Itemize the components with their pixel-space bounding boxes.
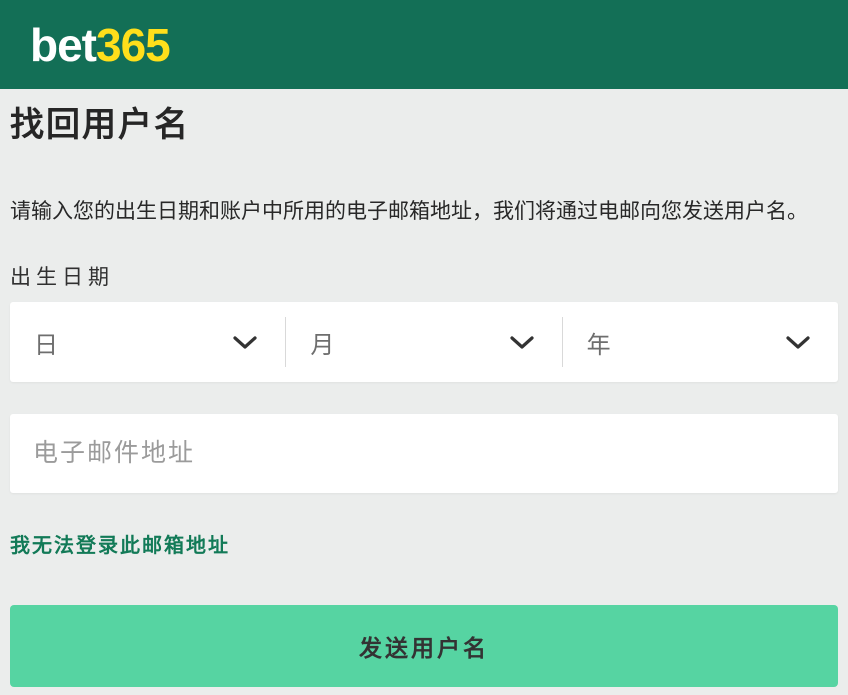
chevron-down-icon [233,336,257,349]
dob-select-group: 日 月 年 [10,302,838,382]
month-select-value: 月 [310,325,336,360]
chevron-down-icon [786,336,810,349]
recover-username-page: 找回用户名 请输入您的出生日期和账户中所用的电子邮箱地址，我们将通过电邮向您发送… [0,103,848,687]
logo-text-365: 365 [96,19,170,71]
year-select-value: 年 [587,325,613,360]
day-select-value: 日 [34,325,60,360]
send-username-button[interactable]: 发送用户名 [10,605,838,687]
year-select[interactable]: 年 [563,302,838,382]
logo-text-bet: bet [30,19,96,71]
month-select[interactable]: 月 [286,302,561,382]
instructions-text: 请输入您的出生日期和账户中所用的电子邮箱地址，我们将通过电邮向您发送用户名。 [10,197,838,227]
page-title: 找回用户名 [10,103,838,147]
bet365-logo[interactable]: bet365 [30,22,170,68]
chevron-down-icon [510,336,534,349]
email-input[interactable] [10,414,838,493]
dob-label: 出生日期 [10,265,838,291]
cant-access-email-link[interactable]: 我无法登录此邮箱地址 [10,532,230,560]
app-header: bet365 [0,0,848,89]
day-select[interactable]: 日 [10,302,285,382]
